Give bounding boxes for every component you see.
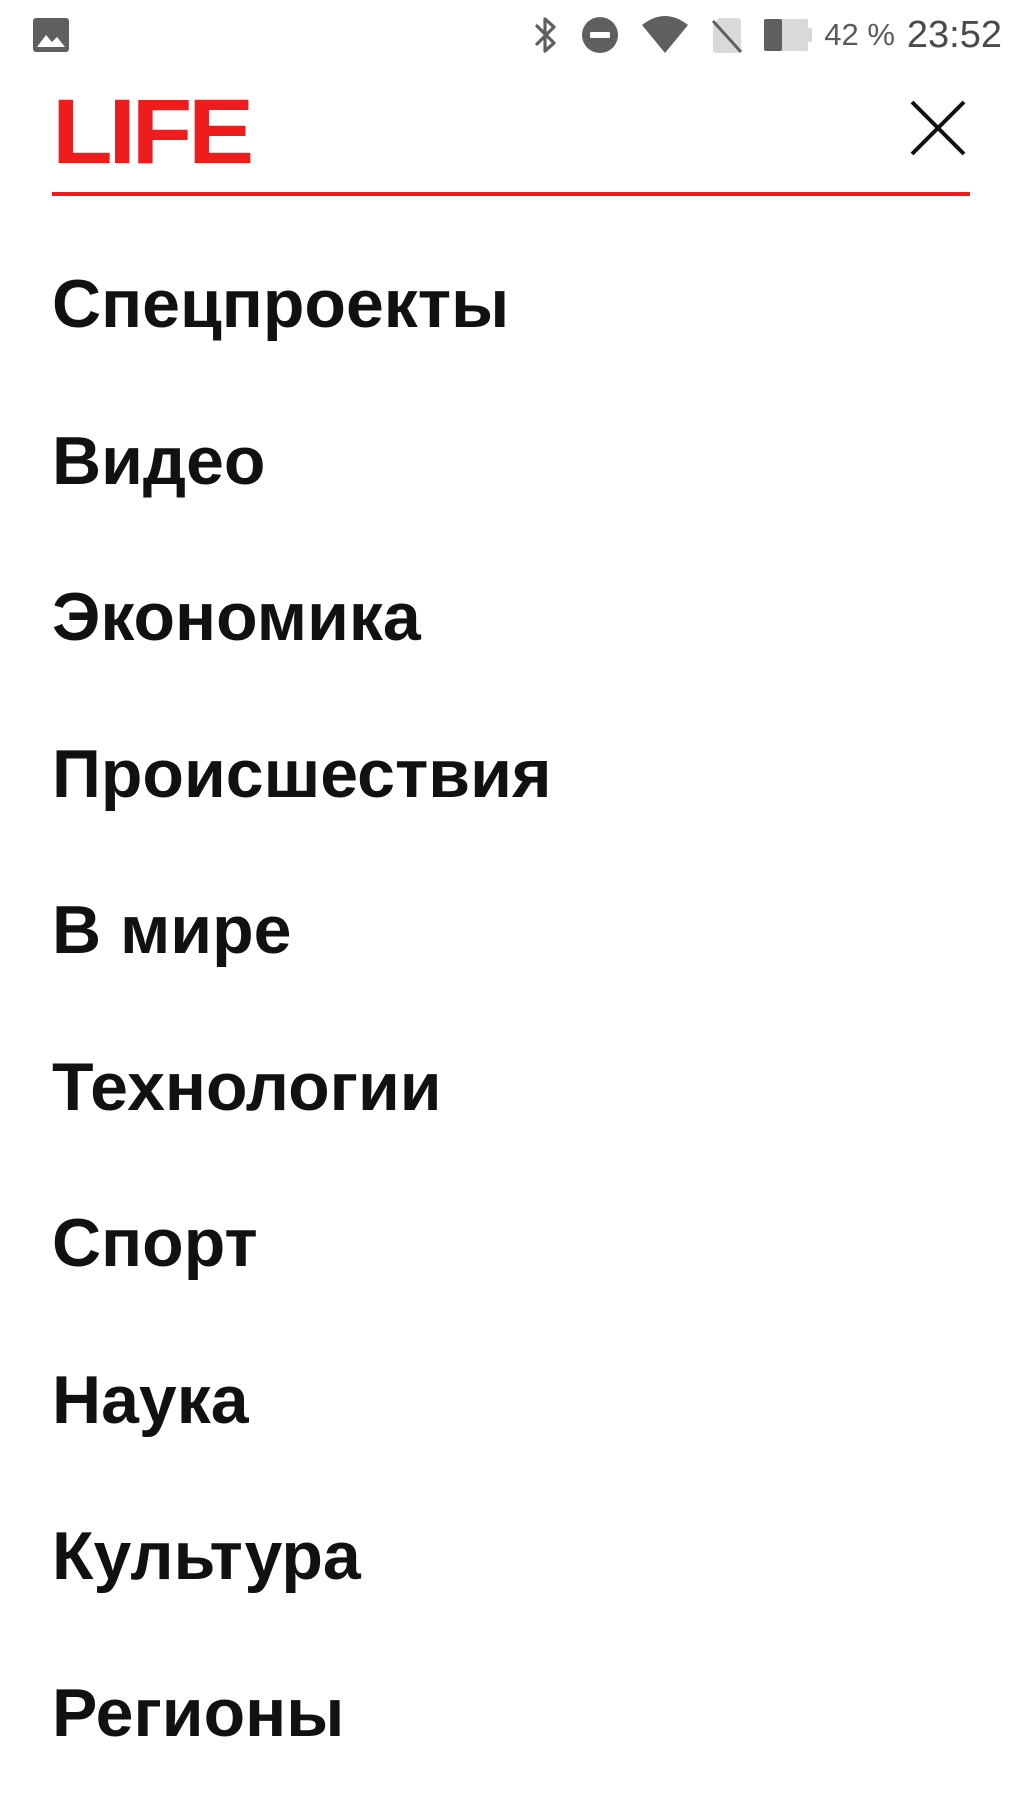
navigation-menu: Спецпроекты Видео Экономика Происшествия…: [52, 264, 970, 1813]
image-icon: [32, 17, 70, 53]
header: LIFE: [52, 86, 970, 200]
battery-percent: 42 %: [824, 17, 895, 52]
close-icon: [910, 100, 966, 156]
menu-item-label: Регионы: [52, 1674, 345, 1751]
menu-item-label: Технологии: [52, 1048, 442, 1125]
menu-item-label: Спорт: [52, 1205, 258, 1281]
status-bar: 42 % 23:52: [0, 0, 1020, 70]
menu-item-label: Культура: [52, 1518, 361, 1594]
status-left: [32, 17, 90, 58]
status-right: 42 % 23:52: [532, 10, 1002, 60]
menu-item-special-projects[interactable]: Спецпроекты: [52, 264, 970, 421]
menu-item-science[interactable]: Наука: [52, 1360, 970, 1517]
menu-item-label: Экономика: [52, 579, 421, 655]
menu-item-regions[interactable]: Регионы: [52, 1673, 970, 1813]
menu-item-culture[interactable]: Культура: [52, 1516, 970, 1673]
close-button[interactable]: [906, 96, 970, 160]
menu-item-video[interactable]: Видео: [52, 421, 970, 578]
wifi-icon: [640, 15, 690, 55]
header-divider: [52, 192, 970, 196]
menu-item-label: Наука: [52, 1361, 249, 1438]
menu-item-label: Происшествия: [52, 735, 552, 812]
battery-icon: [764, 18, 813, 52]
menu-item-sport[interactable]: Спорт: [52, 1203, 970, 1360]
menu-item-label: В мире: [52, 892, 292, 968]
menu-item-incidents[interactable]: Происшествия: [52, 734, 970, 891]
menu-item-economy[interactable]: Экономика: [52, 577, 970, 734]
do-not-disturb-icon: [580, 15, 620, 55]
no-sim-icon: [710, 15, 744, 55]
menu-item-label: Спецпроекты: [52, 266, 510, 342]
menu-item-world[interactable]: В мире: [52, 890, 970, 1047]
menu-item-label: Видео: [52, 422, 266, 499]
bluetooth-icon: [532, 15, 560, 55]
clock: 23:52: [906, 13, 1002, 56]
menu-item-technology[interactable]: Технологии: [52, 1047, 970, 1204]
logo[interactable]: LIFE: [52, 86, 254, 178]
